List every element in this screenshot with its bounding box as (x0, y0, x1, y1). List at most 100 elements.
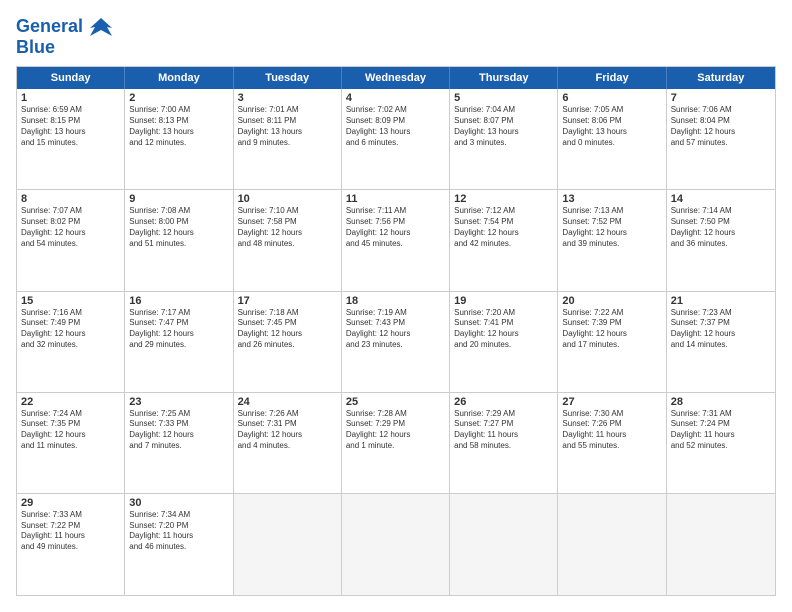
day-info: Sunrise: 7:33 AM Sunset: 7:22 PM Dayligh… (21, 510, 120, 553)
table-row (234, 494, 342, 595)
table-row: 2Sunrise: 7:00 AM Sunset: 8:13 PM Daylig… (125, 89, 233, 189)
table-row: 12Sunrise: 7:12 AM Sunset: 7:54 PM Dayli… (450, 190, 558, 290)
table-row: 27Sunrise: 7:30 AM Sunset: 7:26 PM Dayli… (558, 393, 666, 493)
day-info: Sunrise: 6:59 AM Sunset: 8:15 PM Dayligh… (21, 105, 120, 148)
dow-friday: Friday (558, 67, 666, 89)
day-info: Sunrise: 7:30 AM Sunset: 7:26 PM Dayligh… (562, 409, 661, 452)
day-info: Sunrise: 7:01 AM Sunset: 8:11 PM Dayligh… (238, 105, 337, 148)
table-row: 19Sunrise: 7:20 AM Sunset: 7:41 PM Dayli… (450, 292, 558, 392)
calendar-row: 8Sunrise: 7:07 AM Sunset: 8:02 PM Daylig… (17, 190, 775, 291)
table-row: 3Sunrise: 7:01 AM Sunset: 8:11 PM Daylig… (234, 89, 342, 189)
dow-sunday: Sunday (17, 67, 125, 89)
day-number: 21 (671, 295, 771, 307)
table-row (558, 494, 666, 595)
day-number: 7 (671, 92, 771, 104)
day-info: Sunrise: 7:23 AM Sunset: 7:37 PM Dayligh… (671, 308, 771, 351)
day-number: 20 (562, 295, 661, 307)
day-info: Sunrise: 7:28 AM Sunset: 7:29 PM Dayligh… (346, 409, 445, 452)
table-row: 10Sunrise: 7:10 AM Sunset: 7:58 PM Dayli… (234, 190, 342, 290)
day-info: Sunrise: 7:18 AM Sunset: 7:45 PM Dayligh… (238, 308, 337, 351)
table-row: 26Sunrise: 7:29 AM Sunset: 7:27 PM Dayli… (450, 393, 558, 493)
table-row: 8Sunrise: 7:07 AM Sunset: 8:02 PM Daylig… (17, 190, 125, 290)
day-info: Sunrise: 7:10 AM Sunset: 7:58 PM Dayligh… (238, 206, 337, 249)
day-number: 3 (238, 92, 337, 104)
table-row: 28Sunrise: 7:31 AM Sunset: 7:24 PM Dayli… (667, 393, 775, 493)
table-row: 11Sunrise: 7:11 AM Sunset: 7:56 PM Dayli… (342, 190, 450, 290)
day-number: 8 (21, 193, 120, 205)
day-info: Sunrise: 7:16 AM Sunset: 7:49 PM Dayligh… (21, 308, 120, 351)
table-row: 14Sunrise: 7:14 AM Sunset: 7:50 PM Dayli… (667, 190, 775, 290)
day-info: Sunrise: 7:00 AM Sunset: 8:13 PM Dayligh… (129, 105, 228, 148)
table-row: 29Sunrise: 7:33 AM Sunset: 7:22 PM Dayli… (17, 494, 125, 595)
logo: General Blue (16, 16, 112, 56)
day-number: 19 (454, 295, 553, 307)
calendar-header: Sunday Monday Tuesday Wednesday Thursday… (17, 67, 775, 89)
table-row: 7Sunrise: 7:06 AM Sunset: 8:04 PM Daylig… (667, 89, 775, 189)
day-number: 5 (454, 92, 553, 104)
table-row: 15Sunrise: 7:16 AM Sunset: 7:49 PM Dayli… (17, 292, 125, 392)
day-number: 29 (21, 497, 120, 509)
logo-line1: General (16, 16, 112, 38)
day-info: Sunrise: 7:05 AM Sunset: 8:06 PM Dayligh… (562, 105, 661, 148)
table-row: 9Sunrise: 7:08 AM Sunset: 8:00 PM Daylig… (125, 190, 233, 290)
table-row: 24Sunrise: 7:26 AM Sunset: 7:31 PM Dayli… (234, 393, 342, 493)
day-info: Sunrise: 7:24 AM Sunset: 7:35 PM Dayligh… (21, 409, 120, 452)
day-info: Sunrise: 7:11 AM Sunset: 7:56 PM Dayligh… (346, 206, 445, 249)
calendar-row: 15Sunrise: 7:16 AM Sunset: 7:49 PM Dayli… (17, 292, 775, 393)
day-number: 30 (129, 497, 228, 509)
table-row: 4Sunrise: 7:02 AM Sunset: 8:09 PM Daylig… (342, 89, 450, 189)
day-number: 25 (346, 396, 445, 408)
table-row: 13Sunrise: 7:13 AM Sunset: 7:52 PM Dayli… (558, 190, 666, 290)
table-row: 1Sunrise: 6:59 AM Sunset: 8:15 PM Daylig… (17, 89, 125, 189)
dow-tuesday: Tuesday (234, 67, 342, 89)
table-row: 25Sunrise: 7:28 AM Sunset: 7:29 PM Dayli… (342, 393, 450, 493)
day-info: Sunrise: 7:19 AM Sunset: 7:43 PM Dayligh… (346, 308, 445, 351)
day-number: 28 (671, 396, 771, 408)
day-info: Sunrise: 7:25 AM Sunset: 7:33 PM Dayligh… (129, 409, 228, 452)
calendar: Sunday Monday Tuesday Wednesday Thursday… (16, 66, 776, 596)
day-info: Sunrise: 7:31 AM Sunset: 7:24 PM Dayligh… (671, 409, 771, 452)
logo-bird-icon (90, 16, 112, 38)
day-info: Sunrise: 7:04 AM Sunset: 8:07 PM Dayligh… (454, 105, 553, 148)
dow-saturday: Saturday (667, 67, 775, 89)
day-number: 6 (562, 92, 661, 104)
table-row (450, 494, 558, 595)
day-number: 10 (238, 193, 337, 205)
table-row: 21Sunrise: 7:23 AM Sunset: 7:37 PM Dayli… (667, 292, 775, 392)
day-info: Sunrise: 7:06 AM Sunset: 8:04 PM Dayligh… (671, 105, 771, 148)
table-row: 30Sunrise: 7:34 AM Sunset: 7:20 PM Dayli… (125, 494, 233, 595)
table-row: 16Sunrise: 7:17 AM Sunset: 7:47 PM Dayli… (125, 292, 233, 392)
dow-wednesday: Wednesday (342, 67, 450, 89)
day-info: Sunrise: 7:14 AM Sunset: 7:50 PM Dayligh… (671, 206, 771, 249)
table-row: 20Sunrise: 7:22 AM Sunset: 7:39 PM Dayli… (558, 292, 666, 392)
day-number: 2 (129, 92, 228, 104)
table-row: 6Sunrise: 7:05 AM Sunset: 8:06 PM Daylig… (558, 89, 666, 189)
day-number: 24 (238, 396, 337, 408)
day-number: 14 (671, 193, 771, 205)
day-info: Sunrise: 7:26 AM Sunset: 7:31 PM Dayligh… (238, 409, 337, 452)
day-info: Sunrise: 7:22 AM Sunset: 7:39 PM Dayligh… (562, 308, 661, 351)
day-number: 13 (562, 193, 661, 205)
logo-line2: Blue (16, 38, 112, 56)
day-info: Sunrise: 7:29 AM Sunset: 7:27 PM Dayligh… (454, 409, 553, 452)
dow-thursday: Thursday (450, 67, 558, 89)
day-number: 4 (346, 92, 445, 104)
table-row: 18Sunrise: 7:19 AM Sunset: 7:43 PM Dayli… (342, 292, 450, 392)
day-info: Sunrise: 7:17 AM Sunset: 7:47 PM Dayligh… (129, 308, 228, 351)
table-row (342, 494, 450, 595)
table-row: 5Sunrise: 7:04 AM Sunset: 8:07 PM Daylig… (450, 89, 558, 189)
day-info: Sunrise: 7:12 AM Sunset: 7:54 PM Dayligh… (454, 206, 553, 249)
day-info: Sunrise: 7:34 AM Sunset: 7:20 PM Dayligh… (129, 510, 228, 553)
day-number: 26 (454, 396, 553, 408)
day-number: 16 (129, 295, 228, 307)
dow-monday: Monday (125, 67, 233, 89)
day-info: Sunrise: 7:07 AM Sunset: 8:02 PM Dayligh… (21, 206, 120, 249)
day-number: 15 (21, 295, 120, 307)
day-number: 12 (454, 193, 553, 205)
day-info: Sunrise: 7:20 AM Sunset: 7:41 PM Dayligh… (454, 308, 553, 351)
day-number: 27 (562, 396, 661, 408)
day-number: 11 (346, 193, 445, 205)
page-header: General Blue (16, 16, 776, 56)
day-number: 23 (129, 396, 228, 408)
table-row: 23Sunrise: 7:25 AM Sunset: 7:33 PM Dayli… (125, 393, 233, 493)
